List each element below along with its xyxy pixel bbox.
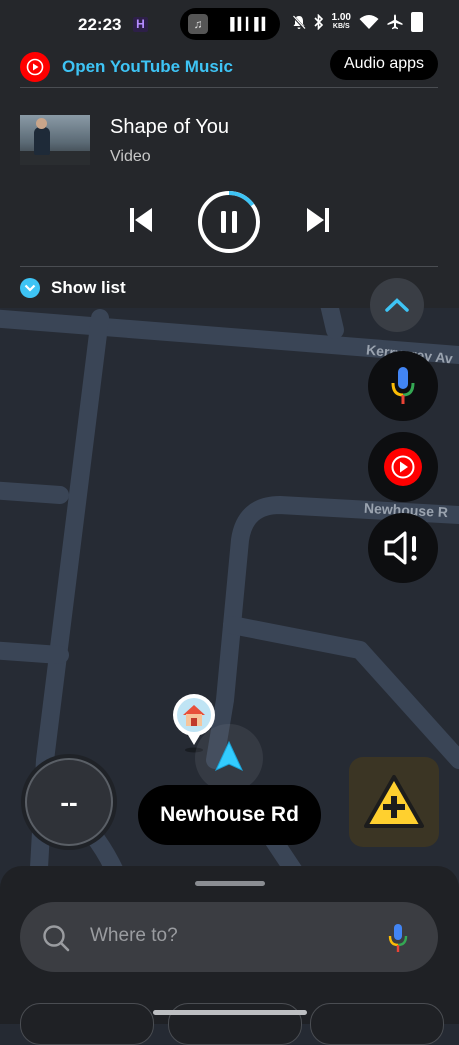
youtube-music-icon — [384, 448, 422, 486]
chevron-down-icon — [20, 278, 40, 298]
status-time: 22:23 — [78, 15, 122, 34]
music-note-icon: ♫ — [188, 14, 208, 34]
youtube-music-button[interactable] — [368, 432, 438, 502]
shortcut-chip[interactable] — [20, 1003, 154, 1045]
open-youtube-music-label: Open YouTube Music — [62, 57, 233, 76]
dynamic-island[interactable]: ♫ ▌▍▎▌▍ — [180, 8, 280, 40]
collapse-panel-button[interactable] — [370, 278, 424, 332]
open-youtube-music-link[interactable]: Open YouTube Music — [20, 52, 233, 82]
voice-command-button[interactable] — [368, 351, 438, 421]
next-track-icon[interactable] — [306, 207, 330, 233]
previous-track-icon[interactable] — [129, 207, 153, 233]
report-hazard-icon — [364, 775, 424, 828]
divider — [20, 266, 438, 267]
audio-apps-button[interactable]: Audio apps — [330, 48, 438, 80]
track-subtitle: Video — [110, 148, 151, 165]
microphone-icon — [391, 367, 415, 404]
bluetooth-icon — [313, 14, 323, 30]
track-thumbnail — [20, 115, 90, 165]
chevron-up-icon — [385, 298, 409, 312]
search-bar[interactable]: Where to? — [20, 902, 438, 972]
speedometer: -- — [25, 758, 113, 846]
report-button[interactable] — [349, 757, 439, 847]
shortcut-chip[interactable] — [310, 1003, 444, 1045]
media-panel: Open YouTube Music Audio apps Shape of Y… — [0, 40, 459, 308]
notification-app-icon: H — [133, 17, 148, 32]
track-title: Shape of You — [110, 116, 230, 138]
show-list-toggle[interactable]: Show list — [20, 278, 126, 298]
battery-icon — [411, 12, 423, 32]
current-street-label: Newhouse Rd — [138, 785, 321, 845]
current-location-arrow-icon — [214, 740, 244, 772]
sheet-drag-handle[interactable] — [195, 881, 265, 886]
status-bar: 22:23 H ♫ ▌▍▎▌▍ 1.00 KB/S — [0, 0, 459, 50]
speaker-alert-icon — [384, 531, 417, 565]
gesture-home-bar[interactable] — [153, 1010, 307, 1015]
microphone-icon[interactable] — [388, 923, 408, 953]
net-speed: 1.00 KB/S — [331, 12, 351, 31]
wifi-icon — [359, 15, 379, 29]
search-icon — [43, 925, 70, 952]
bottom-sheet[interactable]: Where to? — [0, 866, 459, 1045]
sound-settings-button[interactable] — [368, 513, 438, 583]
pause-button[interactable] — [197, 190, 261, 254]
waveform-icon: ▌▍▎▌▍ — [230, 17, 271, 31]
status-icons: 1.00 KB/S — [291, 12, 423, 32]
airplane-icon — [387, 14, 403, 30]
show-list-label: Show list — [51, 278, 126, 297]
youtube-music-logo-icon — [20, 52, 50, 82]
playback-controls — [0, 190, 459, 254]
silent-bell-icon — [291, 14, 306, 30]
divider — [20, 87, 438, 88]
search-input[interactable]: Where to? — [90, 925, 178, 947]
